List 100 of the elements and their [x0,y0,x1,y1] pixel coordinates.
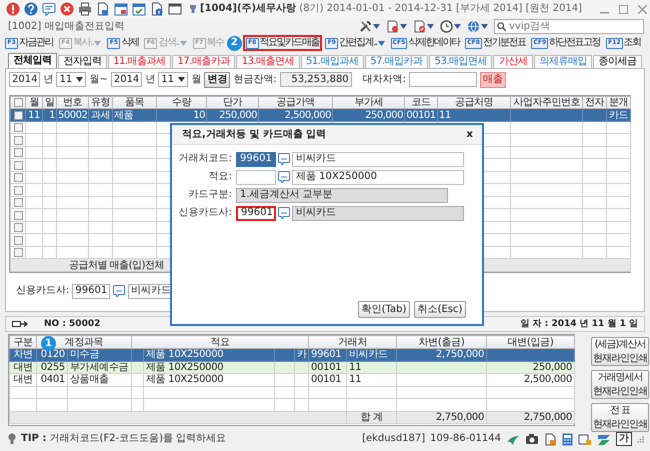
tools-menu-button[interactable] [359,20,380,34]
code-field[interactable] [236,170,276,184]
calendar-icon[interactable] [132,2,146,16]
table-row[interactable]: 대변 0255 부가세예수금 제품 10X250000 00101 11 250,000 [10,361,575,374]
print-button[interactable]: (세금)계산서 현재라인인쇄 [591,337,649,366]
maximize-button[interactable] [619,4,628,14]
document-menu-button[interactable] [413,20,434,34]
document-icon[interactable] [96,2,110,16]
caret-icon [76,77,84,82]
globe-menu-button[interactable] [467,20,488,34]
tab[interactable]: 가산세 [493,54,533,68]
value-field[interactable]: 제품 10X250000 [292,170,464,184]
checkbox[interactable] [14,210,22,220]
tab[interactable]: 13.매출면세 [236,54,300,68]
dialog-button[interactable]: 확인(Tab) [358,301,410,318]
caret-icon [427,24,434,30]
checkbox[interactable] [14,236,22,245]
value-field[interactable]: 비씨카드 [292,206,464,220]
speech-bubble-icon[interactable] [278,207,290,219]
lock-document-icon[interactable] [578,432,592,446]
table-cell: 제품 10X250000 [144,374,274,386]
pin-icon[interactable] [190,5,196,14]
column-header: 단가 [206,96,258,109]
checkbox[interactable] [14,173,22,182]
sales-button[interactable]: 매출 [480,72,506,88]
close-button[interactable]: x [464,128,476,140]
tab[interactable]: 53.매입면세 [429,54,492,68]
tab[interactable]: 11.매출과세 [108,54,172,68]
dialog-button[interactable]: 취소(Esc) [414,301,466,318]
tab[interactable]: 종이세금 [593,54,642,68]
checkbox[interactable] [14,136,22,145]
checkbox[interactable] [14,110,22,120]
table-row[interactable]: 대변 0401 상품매출 제품 10X250000 00101 11 2,500,000 [10,374,575,386]
table-cell: 11 [346,361,397,374]
table-row[interactable]: 차변 0120 미수금 제품 10X250000 카 99601 비씨카드 2,750,000 [10,348,575,361]
year-field[interactable]: 2014 [9,72,40,88]
checkbox[interactable] [14,248,22,258]
checkbox[interactable] [14,148,22,158]
voucher-date: 일 자 : 2014 년 11 월 1 일 [520,318,638,330]
camera-icon[interactable] [525,433,539,445]
speech-bubble-icon[interactable] [113,285,126,298]
help-icon[interactable] [24,2,38,16]
calculator-icon[interactable] [562,432,573,446]
column-header: 부가세 [332,96,404,109]
table-cell: 미수금 [68,348,132,361]
table-cell: 250,000 [332,108,404,122]
tab[interactable]: 51.매입과세 [300,54,364,68]
calendar-icon[interactable] [114,2,128,16]
table-cell: 상품매출 [68,374,132,386]
date-unit-label: 년 [43,74,54,86]
checkbox[interactable] [14,98,22,108]
ime-button[interactable]: 가 [616,432,632,446]
change-button[interactable]: 변경 [204,72,230,88]
close-button[interactable] [638,4,648,14]
tab[interactable]: 전체입력 [8,52,57,68]
print-button[interactable]: 거래명세서 현재라인인쇄 [591,370,649,399]
window-icon[interactable] [168,2,182,16]
close-circle-icon[interactable] [60,2,74,16]
clock-menu-button[interactable] [440,20,461,34]
tab[interactable]: 전자입력 [58,54,107,68]
checkbox[interactable] [14,160,22,170]
caret-icon [481,24,488,30]
value-field[interactable]: 1.세금계산서 교부분 [236,188,448,202]
difference-field[interactable] [409,72,478,88]
checkbox[interactable] [14,186,22,195]
info-document-icon[interactable] [150,2,164,16]
tab[interactable]: 의제류매입 [534,54,592,68]
table-row[interactable]: 11 1 50002 과세 제품 10 250,000 2,500,000 250,000 00101 11 카드 [10,108,630,122]
print-button[interactable]: 전 표 현재라인인쇄 [591,403,649,432]
value-field[interactable]: 비씨카드 [292,152,464,166]
stripes-icon[interactable] [597,432,611,446]
document-icon[interactable] [544,432,557,446]
table-cell: 제품 10X250000 [144,361,274,374]
tab[interactable]: 57.매입카과 [364,54,428,68]
code-field[interactable]: 99601 [236,206,276,220]
table-cell: 2,500,000 [258,108,332,122]
printer-icon[interactable] [78,2,92,16]
checkbox[interactable] [14,223,22,232]
year-field[interactable]: 2014 [110,72,142,88]
checkbox[interactable] [14,198,22,208]
chat-icon[interactable] [42,2,56,16]
column-header: 구분 [10,336,36,348]
table-cell: 2,750,000 [396,411,487,424]
tab[interactable]: 17.매출카과 [172,54,236,68]
table-cell: 250,000 [486,361,575,374]
code-field[interactable]: 99601 [72,284,110,299]
month-dropdown[interactable]: 11 [158,72,188,88]
business-number: 109-86-01144 [430,433,501,445]
speech-bubble-icon[interactable] [278,153,290,165]
search-field[interactable]: vvip검색 [494,19,644,34]
table-cell: 대변 [10,361,36,374]
document-menu-button[interactable] [386,20,407,34]
checkbox[interactable] [14,123,22,132]
search-icon [497,22,506,32]
code-field[interactable]: 99601 [236,152,276,166]
alert-icon[interactable] [6,2,20,16]
speech-bubble-icon[interactable] [278,171,290,183]
month-dropdown[interactable]: 11 [56,72,86,88]
column-header: 공급가액 [258,96,332,109]
table-cell: 0401 [36,374,68,386]
